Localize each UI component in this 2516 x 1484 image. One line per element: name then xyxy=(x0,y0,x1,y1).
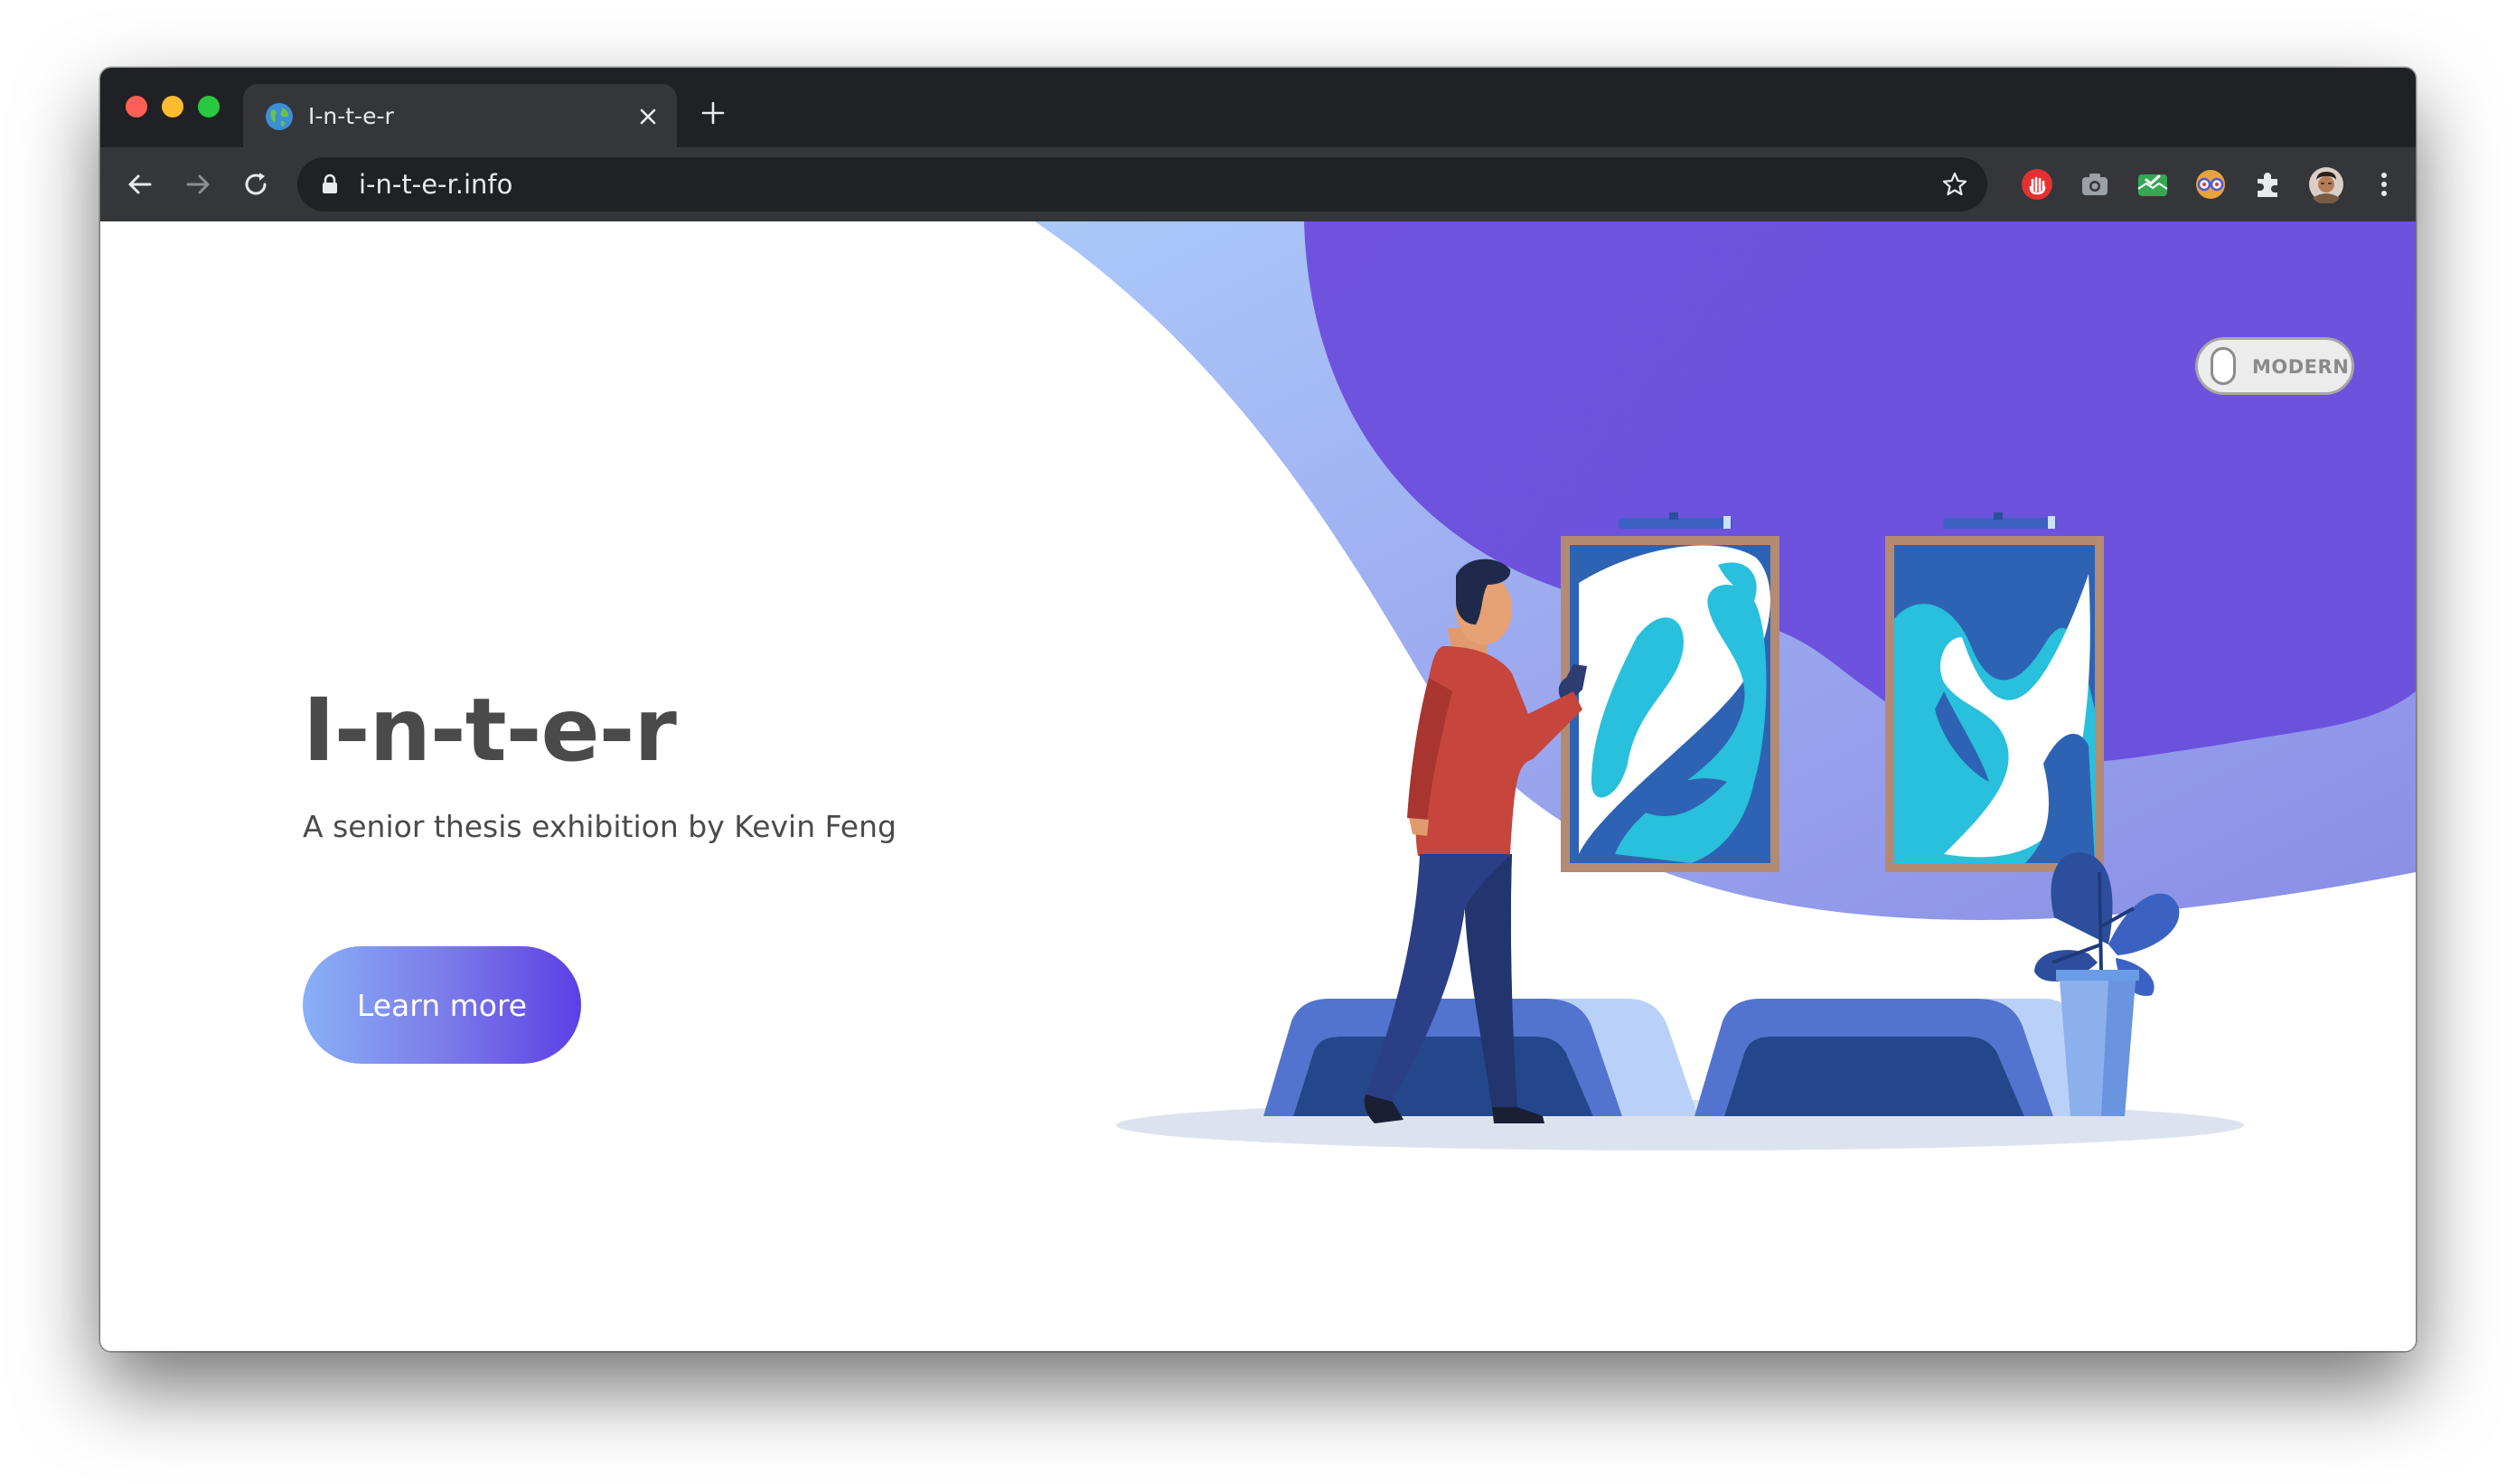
globe-icon xyxy=(266,103,293,130)
toggle-label: MODERN xyxy=(2252,356,2350,378)
browser-window: I-n-t-e-r i-n-t-e-r.info I-n-t-e-r A sen… xyxy=(100,68,2416,1351)
glasses-icon[interactable] xyxy=(2192,165,2230,203)
page-content: I-n-t-e-r A senior thesis exhibition by … xyxy=(100,221,2416,1351)
abstract-painting-left xyxy=(1561,536,1779,872)
new-tab-plus-icon[interactable] xyxy=(699,99,728,127)
profile-avatar[interactable] xyxy=(2307,165,2345,203)
reload-icon[interactable] xyxy=(238,166,274,202)
browser-toolbar: i-n-t-e-r.info xyxy=(100,147,2416,221)
bench-right-shape xyxy=(1695,999,2108,1116)
learn-more-button[interactable]: Learn more xyxy=(303,946,581,1064)
adblock-icon[interactable] xyxy=(2018,165,2056,203)
camera-icon[interactable] xyxy=(2076,165,2114,203)
lock-icon xyxy=(323,174,337,193)
maximize-window-button[interactable] xyxy=(198,96,220,117)
hero-illustration xyxy=(1035,221,2416,1151)
kebab-menu-icon[interactable] xyxy=(2365,165,2403,203)
close-tab-icon[interactable] xyxy=(634,102,662,131)
theme-mode-toggle[interactable]: MODERN xyxy=(2195,337,2354,395)
page-title: I-n-t-e-r xyxy=(303,680,677,781)
page-subtitle: A senior thesis exhibition by Kevin Feng xyxy=(303,809,897,844)
minimize-window-button[interactable] xyxy=(162,96,183,117)
tab-active[interactable]: I-n-t-e-r xyxy=(243,84,677,149)
puzzle-icon[interactable] xyxy=(2249,165,2287,203)
bookmark-star-icon[interactable] xyxy=(1940,170,1969,199)
close-window-button[interactable] xyxy=(126,96,147,117)
tab-strip: I-n-t-e-r xyxy=(100,68,2416,149)
address-bar[interactable]: i-n-t-e-r.info xyxy=(297,157,1987,211)
arrow-right-icon[interactable] xyxy=(180,166,216,202)
url-text: i-n-t-e-r.info xyxy=(359,169,513,200)
mail-check-icon[interactable] xyxy=(2134,165,2172,203)
toggle-knob xyxy=(2211,347,2236,385)
tab-title: I-n-t-e-r xyxy=(308,103,394,129)
arrow-left-icon[interactable] xyxy=(122,166,158,202)
abstract-painting-right xyxy=(1885,536,2104,872)
